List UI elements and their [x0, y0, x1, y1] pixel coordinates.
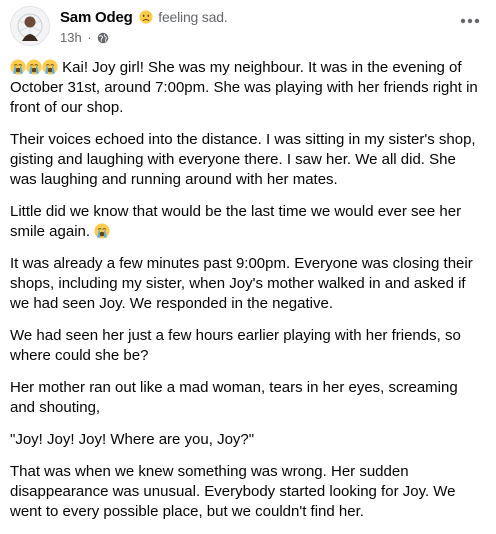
feeling-status: feeling sad.: [137, 9, 228, 25]
loudly-crying-face-icon: [42, 59, 58, 75]
post-paragraph: Kai! Joy girl! She was my neighbour. It …: [10, 58, 486, 118]
post-paragraph: "Joy! Joy! Joy! Where are you, Joy?": [10, 431, 255, 448]
post-paragraph: We had seen her just a few hours earlier…: [10, 327, 461, 364]
post-body: Kai! Joy girl! She was my neighbour. It …: [10, 58, 486, 534]
post-paragraph: It was already a few minutes past 9:00pm…: [10, 255, 473, 312]
sad-face-icon: [138, 10, 153, 24]
post-paragraph: Her mother ran out like a mad woman, tea…: [10, 379, 458, 416]
loudly-crying-face-icon: [10, 59, 26, 75]
meta-separator: ·: [87, 30, 92, 45]
loudly-crying-face-icon: [26, 59, 42, 75]
loudly-crying-face-icon: [94, 223, 110, 239]
post-timestamp[interactable]: 13h: [60, 30, 82, 45]
post-paragraph: Their voices echoed into the distance. I…: [10, 131, 476, 188]
globe-icon[interactable]: [97, 32, 109, 44]
post-paragraph: That was when we knew something was wron…: [10, 463, 456, 520]
author-line: Sam Odeg feeling sad.: [60, 9, 228, 26]
more-options-icon: [460, 11, 480, 29]
feeling-text: feeling sad.: [158, 9, 228, 25]
avatar[interactable]: [10, 6, 50, 46]
paragraph-text: Little did we know that would be the las…: [10, 203, 462, 240]
emoji-group: [10, 59, 58, 76]
more-options-button[interactable]: [456, 10, 484, 30]
author-name[interactable]: Sam Odeg: [60, 9, 133, 26]
paragraph-text: Kai! Joy girl! She was my neighbour. It …: [10, 59, 478, 116]
post-meta: 13h ·: [60, 30, 109, 45]
post-paragraph: Little did we know that would be the las…: [10, 202, 486, 242]
post-header: Sam Odeg feeling sad. 13h ·: [10, 6, 486, 50]
